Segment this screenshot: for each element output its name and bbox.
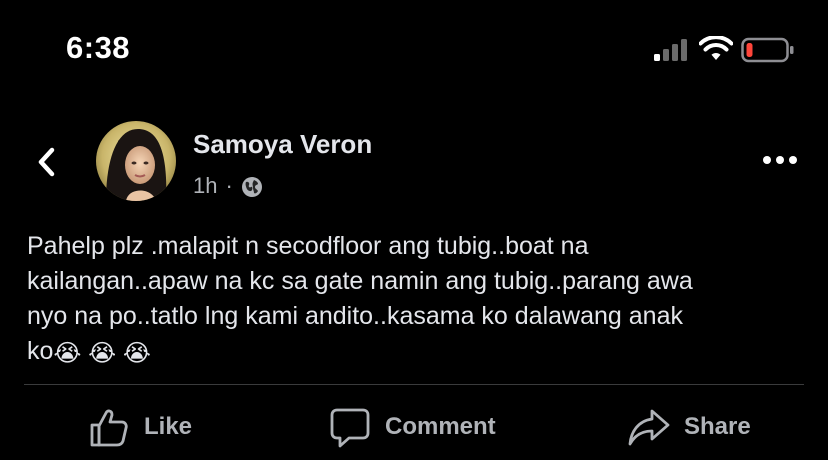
battery-icon — [741, 37, 794, 63]
comment-bubble-icon — [330, 408, 370, 448]
post-divider — [24, 384, 804, 385]
wifi-icon — [699, 36, 733, 60]
thumbs-up-icon — [90, 409, 128, 447]
post-body-last-line: ko😭 😭 😭 — [27, 334, 807, 371]
globe-icon[interactable] — [241, 176, 263, 198]
post-timestamp[interactable]: 1h — [193, 173, 217, 199]
status-time: 6:38 — [66, 30, 131, 65]
avatar-image — [96, 121, 176, 201]
back-chevron-icon[interactable] — [32, 142, 62, 182]
post-body-line: kailangan..apaw na kc sa gate namin ang … — [27, 267, 693, 295]
more-options-icon[interactable] — [760, 150, 800, 170]
post-meta: 1h · — [193, 173, 263, 199]
author-avatar[interactable] — [96, 121, 176, 201]
meta-separator: · — [225, 173, 233, 198]
comment-label: Comment — [385, 413, 496, 440]
post-body-line: Pahelp plz .malapit n secodfloor ang tub… — [27, 232, 589, 260]
facebook-post-screen: 6:38 Samoya Veron 1h · Pahelp plz .malap… — [0, 0, 828, 460]
share-button[interactable]: Share — [628, 404, 751, 450]
signal-icon — [654, 39, 687, 61]
like-button[interactable]: Like — [88, 404, 192, 450]
author-name[interactable]: Samoya Veron — [193, 129, 372, 160]
share-label: Share — [684, 413, 751, 440]
like-label: Like — [144, 413, 193, 440]
share-arrow-icon — [628, 409, 670, 446]
post-body-text: Pahelp plz .malapit n secodfloor ang tub… — [27, 229, 807, 371]
post-body-line: ko — [27, 337, 54, 365]
comment-button[interactable]: Comment — [329, 404, 496, 450]
crying-emoji-group: 😭 😭 😭 — [53, 340, 151, 367]
post-body-line: nyo na po..tatlo lng kami andito..kasama… — [27, 302, 683, 330]
